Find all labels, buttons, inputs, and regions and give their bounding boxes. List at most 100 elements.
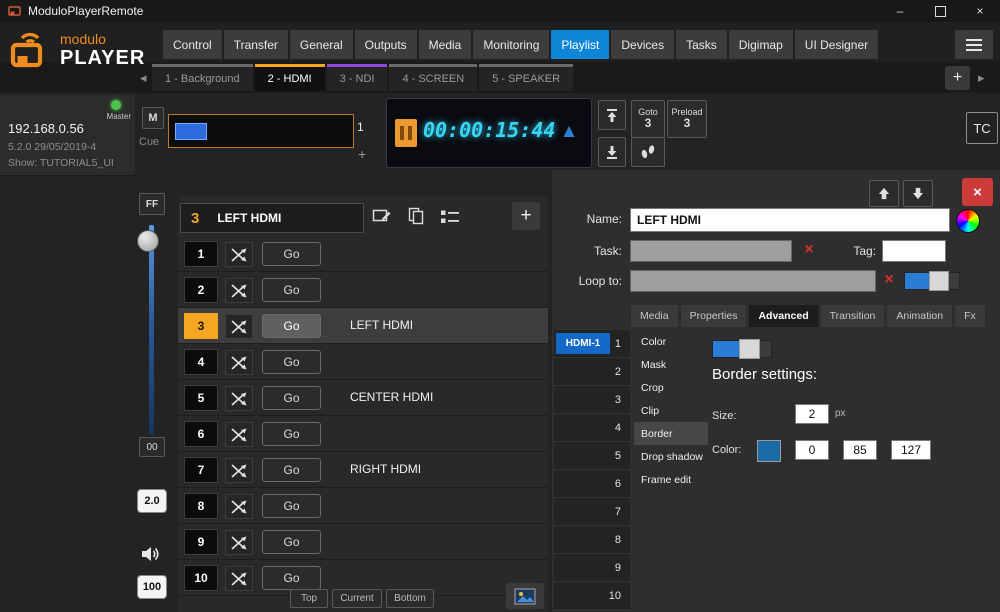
toggle-knob[interactable] — [738, 339, 761, 359]
go-button[interactable]: Go — [262, 350, 321, 374]
playlist-row[interactable]: 4 Go — [178, 344, 548, 380]
playlist-row[interactable]: 8 Go — [178, 488, 548, 524]
tc-button[interactable]: TC — [966, 112, 998, 144]
layer-name-chip[interactable]: HDMI-1 — [556, 333, 610, 354]
border-color-g-input[interactable] — [843, 440, 877, 460]
device-status-panel[interactable]: Master 192.168.0.56 5.2.0 29/05/2019-4 S… — [0, 95, 135, 176]
crossfade-button[interactable] — [225, 386, 253, 411]
nav-tab-outputs[interactable]: Outputs — [354, 30, 417, 59]
clear-task-button[interactable]: × — [798, 238, 820, 262]
layer-cue-row[interactable]: 6 — [554, 470, 630, 498]
tab-properties[interactable]: Properties — [679, 304, 748, 327]
nav-tab-media[interactable]: Media — [418, 30, 472, 59]
nav-tab-playlist[interactable]: Playlist — [551, 30, 610, 59]
tab-transition[interactable]: Transition — [819, 304, 886, 327]
go-button[interactable]: Go — [262, 314, 321, 338]
border-size-input[interactable] — [795, 404, 829, 424]
nav-tab-digimap[interactable]: Digimap — [728, 30, 793, 59]
crossfade-button[interactable] — [225, 458, 253, 483]
playlist-row-active[interactable]: 3 Go LEFT HDMI — [178, 308, 548, 344]
tab-animation[interactable]: Animation — [886, 304, 954, 327]
layer-cue-row[interactable]: 7 — [554, 498, 630, 526]
add-playlist-button[interactable]: + — [945, 66, 970, 90]
nav-tab-ui-designer[interactable]: UI Designer — [794, 30, 879, 59]
menu-item-mask[interactable]: Mask — [634, 353, 708, 376]
close-button[interactable]: × — [960, 0, 1000, 22]
go-button[interactable]: Go — [262, 458, 321, 482]
playlist-row[interactable]: 5 Go CENTER HDMI — [178, 380, 548, 416]
clear-loop-button[interactable]: × — [878, 268, 900, 292]
layer-cue-row[interactable]: 9 — [554, 554, 630, 582]
nav-tab-general[interactable]: General — [289, 30, 353, 59]
move-cue-down-button[interactable] — [903, 180, 933, 207]
rate-button[interactable]: 2.0 — [137, 489, 167, 513]
timecode-up-button[interactable]: ▲ — [555, 117, 583, 147]
playlist-options-button[interactable] — [436, 203, 464, 230]
name-input[interactable] — [630, 208, 950, 232]
add-cue-button[interactable]: + — [512, 202, 540, 230]
nav-tab-tasks[interactable]: Tasks — [676, 30, 727, 59]
color-wheel-button[interactable] — [956, 209, 980, 233]
skip-to-top-button[interactable] — [598, 100, 626, 130]
tag-input[interactable] — [882, 240, 946, 262]
add-cue-slot-button[interactable]: + — [358, 146, 366, 162]
layer-cue-row[interactable]: 2 — [554, 358, 630, 386]
menu-item-border[interactable]: Border — [634, 422, 708, 445]
playlist-tab-background[interactable]: 1 - Background — [152, 64, 253, 91]
volume-value-button[interactable]: 100 — [137, 575, 167, 599]
go-button[interactable]: Go — [262, 278, 321, 302]
toggle-knob[interactable] — [928, 271, 950, 291]
loop-to-input[interactable] — [630, 270, 876, 292]
border-color-r-input[interactable] — [795, 440, 829, 460]
go-button[interactable]: Go — [262, 530, 321, 554]
crossfade-button[interactable] — [225, 422, 253, 447]
crossfade-button[interactable] — [225, 530, 253, 555]
nav-tab-control[interactable]: Control — [163, 30, 222, 59]
media-preview-button[interactable] — [506, 583, 544, 609]
volume-fader[interactable] — [136, 225, 166, 435]
ff-button[interactable]: FF — [139, 193, 165, 215]
layer-cue-row[interactable]: 8 — [554, 526, 630, 554]
go-button[interactable]: Go — [262, 566, 321, 590]
fader-knob[interactable] — [137, 230, 159, 252]
border-color-b-input[interactable] — [891, 440, 931, 460]
layer-cue-row[interactable]: 10 — [554, 582, 630, 610]
crossfade-button[interactable] — [225, 566, 253, 591]
menu-item-crop[interactable]: Crop — [634, 376, 708, 399]
move-cue-up-button[interactable] — [869, 180, 899, 207]
zero-button[interactable]: 00 — [139, 437, 165, 457]
playlist-row[interactable]: 2 Go — [178, 272, 548, 308]
layer-cue-row[interactable]: 5 — [554, 442, 630, 470]
menu-item-drop-shadow[interactable]: Drop shadow — [634, 445, 708, 468]
crossfade-button[interactable] — [225, 278, 253, 303]
tab-advanced[interactable]: Advanced — [748, 304, 819, 327]
scroll-current-button[interactable]: Current — [332, 589, 382, 608]
nav-tab-monitoring[interactable]: Monitoring — [473, 30, 550, 59]
loop-toggle[interactable] — [904, 271, 960, 291]
tab-media[interactable]: Media — [630, 304, 679, 327]
task-input[interactable] — [630, 240, 792, 262]
edit-cue-button[interactable] — [370, 205, 394, 229]
playlist-row[interactable]: 9 Go — [178, 524, 548, 560]
crossfade-button[interactable] — [225, 242, 253, 267]
m-button[interactable]: M — [142, 107, 164, 129]
playlist-row[interactable]: 1 Go — [178, 236, 548, 272]
layer-cue-row[interactable]: 3 — [554, 386, 630, 414]
go-button[interactable]: Go — [262, 422, 321, 446]
goto-button[interactable]: Goto 3 — [631, 100, 665, 138]
menu-item-clip[interactable]: Clip — [634, 399, 708, 422]
nav-tab-transfer[interactable]: Transfer — [223, 30, 288, 59]
scroll-bottom-button[interactable]: Bottom — [386, 589, 434, 608]
layer-cue-row[interactable]: 4 — [554, 414, 630, 442]
playlist-row[interactable]: 7 Go RIGHT HDMI — [178, 452, 548, 488]
copy-cue-button[interactable] — [404, 203, 428, 229]
crossfade-button[interactable] — [225, 494, 253, 519]
border-color-swatch-button[interactable] — [757, 440, 781, 462]
playlist-tab-hdmi[interactable]: 2 - HDMI — [254, 64, 325, 91]
crossfade-button[interactable] — [225, 350, 253, 375]
playlist-tab-screen[interactable]: 4 - SCREEN — [389, 64, 478, 91]
minimize-button[interactable]: – — [880, 0, 920, 22]
nav-tab-devices[interactable]: Devices — [611, 30, 675, 59]
playlist-tab-speaker[interactable]: 5 - SPEAKER — [479, 64, 574, 91]
tab-fx[interactable]: Fx — [954, 304, 986, 327]
